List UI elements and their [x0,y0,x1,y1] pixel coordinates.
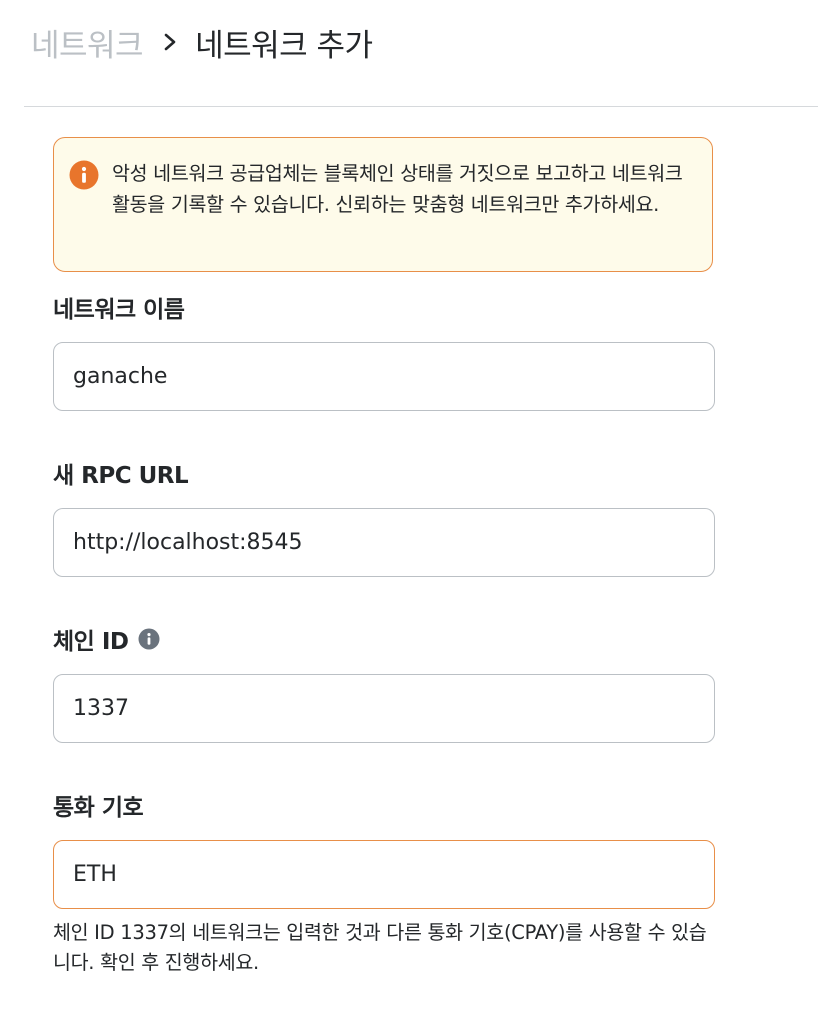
chain-id-label: 체인 ID [53,622,160,656]
chevron-right-icon [164,33,176,51]
page-title: 네트워크 추가 [195,27,373,64]
header-divider [24,106,818,107]
rpc-url-input[interactable] [53,508,715,577]
chain-id-input[interactable] [53,674,715,743]
breadcrumb-parent-networks[interactable]: 네트워크 [31,20,144,65]
rpc-url-label: 새 RPC URL [53,463,189,489]
currency-symbol-input[interactable] [53,840,715,909]
network-name-input[interactable] [53,342,715,411]
info-icon[interactable] [138,628,160,650]
currency-symbol-label: 통화 기호 [53,795,144,821]
warning-banner: 악성 네트워크 공급업체는 블록체인 상태를 거짓으로 보고하고 네트워크 활동… [53,137,713,272]
chain-id-label-text: 체인 ID [53,629,129,655]
breadcrumb: 네트워크 네트워크 추가 [31,20,373,65]
warning-text: 악성 네트워크 공급업체는 블록체인 상태를 거짓으로 보고하고 네트워크 활동… [112,162,683,216]
network-name-label: 네트워크 이름 [53,297,185,323]
info-circle-icon [69,160,99,190]
currency-symbol-warning-text: 체인 ID 1337의 네트워크는 입력한 것과 다른 통화 기호(CPAY)를… [53,921,707,974]
